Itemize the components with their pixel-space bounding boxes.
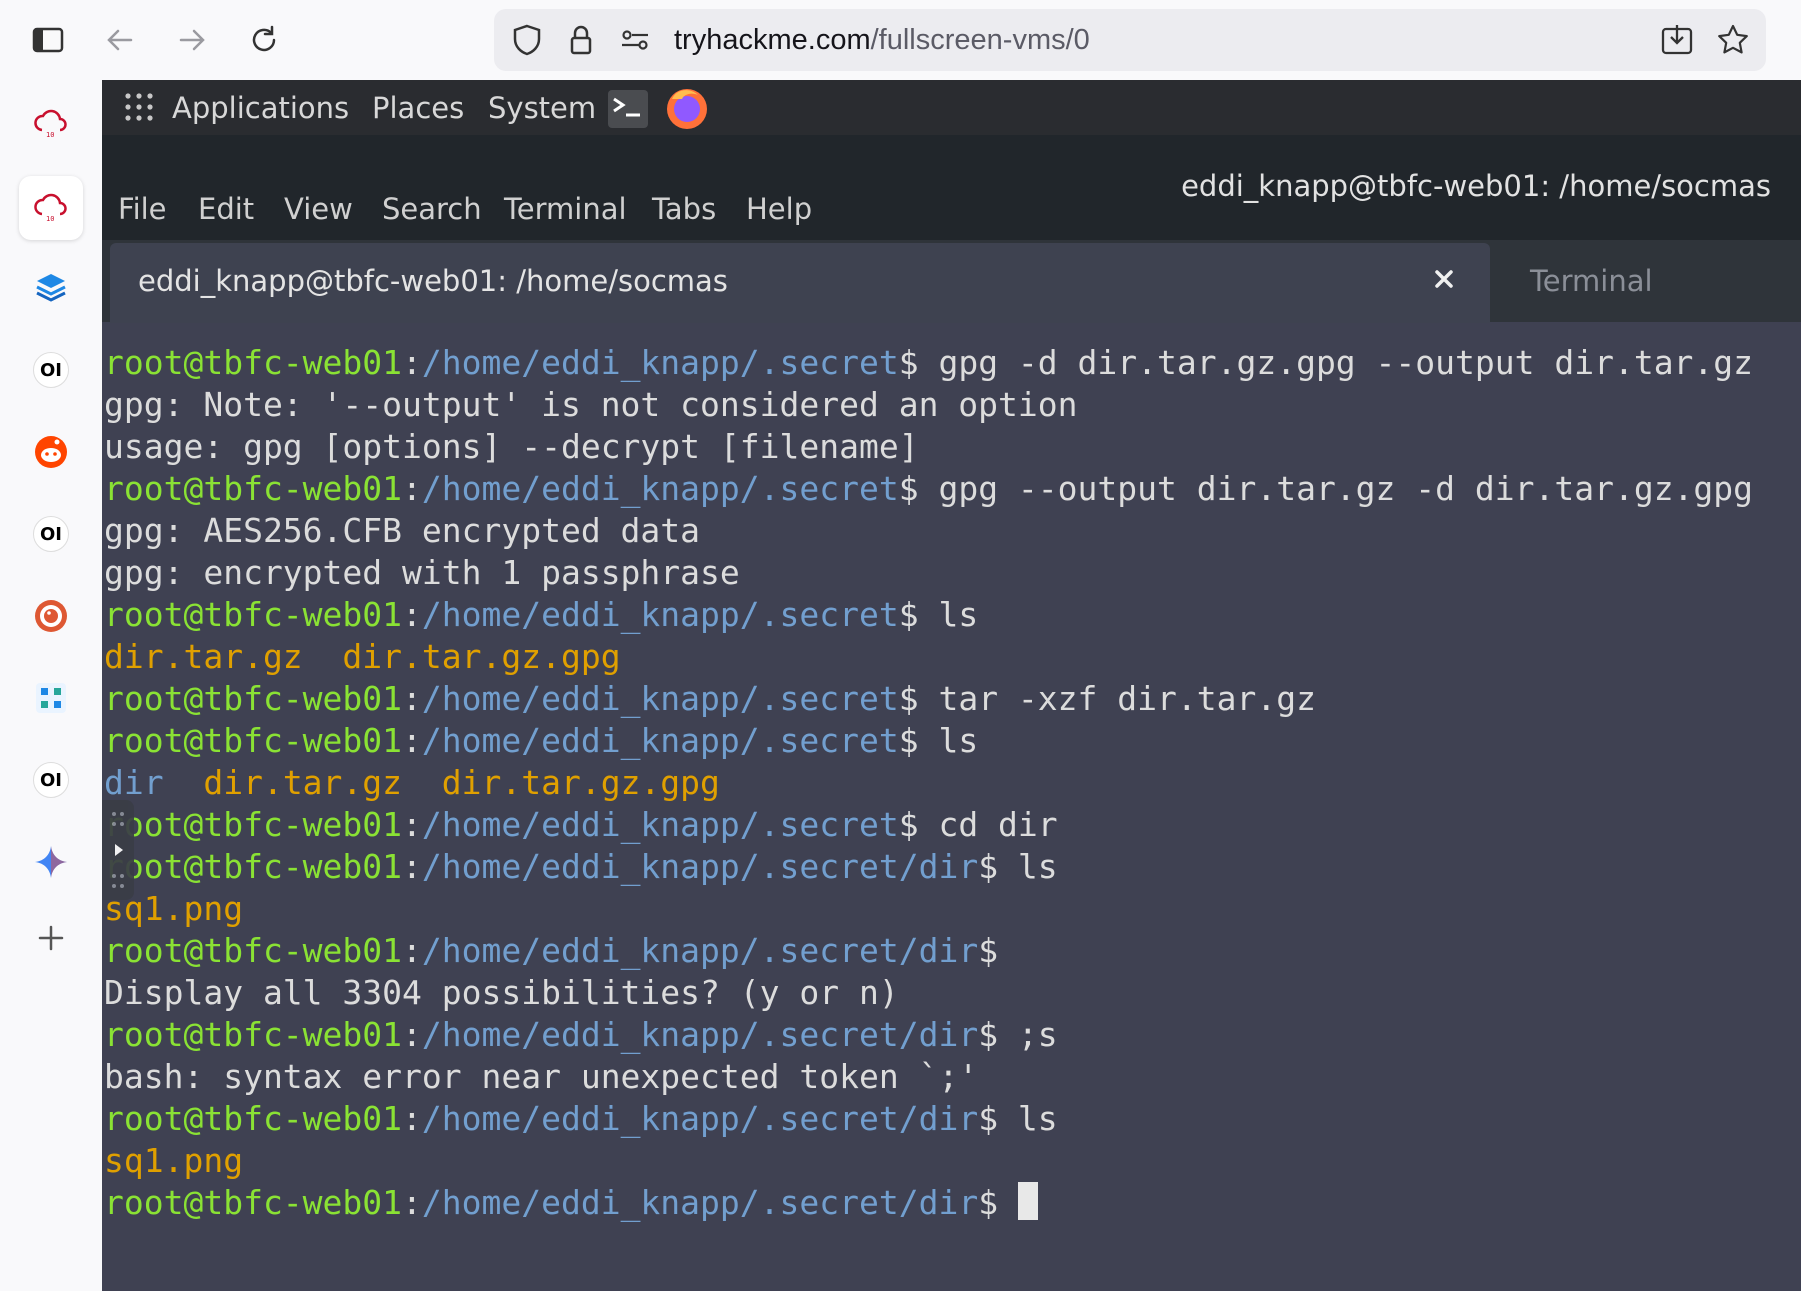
- apps-grid-icon[interactable]: [124, 92, 154, 122]
- site-permissions-icon[interactable]: [618, 23, 652, 57]
- terminal-line: Display all 3304 possibilities? (y or n): [104, 973, 899, 1012]
- install-download-icon[interactable]: [1660, 23, 1694, 57]
- stack-icon[interactable]: [19, 256, 83, 320]
- svg-text:10: 10: [46, 131, 54, 139]
- terminal-line: gpg: encrypted with 1 passphrase: [104, 553, 740, 592]
- menu-view[interactable]: View: [284, 191, 353, 227]
- reddit-icon[interactable]: [19, 420, 83, 484]
- sidebar-toggle-icon[interactable]: [26, 18, 70, 62]
- menu-terminal[interactable]: Terminal: [504, 191, 627, 227]
- svg-text:10: 10: [46, 215, 54, 223]
- firefox-launcher-icon[interactable]: [664, 85, 710, 131]
- tab-active[interactable]: eddi_knapp@tbfc-web01: /home/socmas: [110, 243, 1490, 323]
- vm-panel-drag-handle[interactable]: [102, 800, 134, 900]
- tab-inactive[interactable]: Terminal: [1512, 243, 1801, 323]
- menu-help[interactable]: Help: [746, 191, 812, 227]
- terminal-cursor: [1017, 1182, 1038, 1220]
- terminal-line: root@tbfc-web01:/home/eddi_knapp/.secret…: [104, 343, 1754, 382]
- system-menu[interactable]: System: [488, 90, 596, 126]
- bookmark-star-icon[interactable]: [1716, 23, 1750, 57]
- places-menu[interactable]: Places: [372, 90, 464, 126]
- terminal-line: usage: gpg [options] --decrypt [filename…: [104, 427, 919, 466]
- terminal-launcher-icon[interactable]: [608, 90, 648, 128]
- terminal-line: root@tbfc-web01:/home/eddi_knapp/.secret…: [104, 469, 1754, 508]
- drag-handle-icon: [112, 812, 124, 888]
- terminal-line: root@tbfc-web01:/home/eddi_knapp/.secret…: [104, 805, 1058, 844]
- tab-active-label: eddi_knapp@tbfc-web01: /home/socmas: [138, 264, 728, 298]
- terminal-output[interactable]: root@tbfc-web01:/home/eddi_knapp/.secret…: [104, 342, 1801, 1291]
- tracking-protection-shield-icon[interactable]: [510, 23, 544, 57]
- lock-icon[interactable]: [564, 23, 598, 57]
- url-bar[interactable]: tryhackme.com/fullscreen-vms/0: [494, 9, 1766, 71]
- ol-icon[interactable]: OI: [19, 338, 83, 402]
- menu-search[interactable]: Search: [382, 191, 482, 227]
- back-arrow-icon[interactable]: [98, 18, 142, 62]
- ol-icon[interactable]: OI: [19, 502, 83, 566]
- tryhackme-cloud-icon[interactable]: 10: [19, 92, 83, 156]
- url-text[interactable]: tryhackme.com/fullscreen-vms/0: [674, 22, 1090, 58]
- terminal-line: root@tbfc-web01:/home/eddi_knapp/.secret…: [104, 1015, 1058, 1054]
- terminal-line: dir.tar.gz dir.tar.gz.gpg: [104, 637, 621, 676]
- browser-toolbar: tryhackme.com/fullscreen-vms/0: [0, 0, 1801, 80]
- ol-icon[interactable]: OI: [19, 748, 83, 812]
- terminal-line: root@tbfc-web01:/home/eddi_knapp/.secret…: [104, 679, 1316, 718]
- tab-inactive-label: Terminal: [1530, 264, 1653, 298]
- terminal-line: root@tbfc-web01:/home/eddi_knapp/.secret…: [104, 595, 979, 634]
- terminal-line: gpg: AES256.CFB encrypted data: [104, 511, 701, 550]
- menu-tabs[interactable]: Tabs: [652, 191, 716, 227]
- terminal-line: root@tbfc-web01:/home/eddi_knapp/.secret…: [104, 931, 999, 970]
- menu-edit[interactable]: Edit: [198, 191, 254, 227]
- tryhackme-cloud-icon-active[interactable]: 10: [19, 176, 83, 240]
- terminal-line: gpg: Note: '--output' is not considered …: [104, 385, 1078, 424]
- terminal-prompt-line[interactable]: root@tbfc-web01:/home/eddi_knapp/.secret…: [104, 1182, 1038, 1224]
- terminal-line: root@tbfc-web01:/home/eddi_knapp/.secret…: [104, 1099, 1058, 1138]
- window-title: eddi_knapp@tbfc-web01: /home/socmas: [1181, 169, 1771, 203]
- reload-icon[interactable]: [242, 18, 286, 62]
- gemini-icon[interactable]: [19, 830, 83, 894]
- vm-screen[interactable]: Applications Places System eddi_knapp@tb…: [102, 80, 1801, 1291]
- applications-menu[interactable]: Applications: [172, 90, 349, 126]
- terminal-line: root@tbfc-web01:/home/eddi_knapp/.secret…: [104, 847, 1058, 886]
- terminal-line: root@tbfc-web01:/home/eddi_knapp/.secret…: [104, 721, 979, 760]
- terminal-line: dir dir.tar.gz dir.tar.gz.gpg: [104, 763, 720, 802]
- gnome-top-panel: Applications Places System: [102, 80, 1801, 135]
- grid-icon[interactable]: [19, 666, 83, 730]
- tab-close-icon[interactable]: [1430, 265, 1458, 293]
- browser-sidebar: 10 10 OI OI OI: [0, 80, 102, 1291]
- menu-file[interactable]: File: [118, 191, 167, 227]
- duckduckgo-icon[interactable]: [19, 584, 83, 648]
- terminal-line: bash: syntax error near unexpected token…: [104, 1057, 979, 1096]
- forward-arrow-icon[interactable]: [170, 18, 214, 62]
- terminal-line: sq1.png: [104, 1141, 244, 1180]
- add-icon[interactable]: [19, 906, 83, 970]
